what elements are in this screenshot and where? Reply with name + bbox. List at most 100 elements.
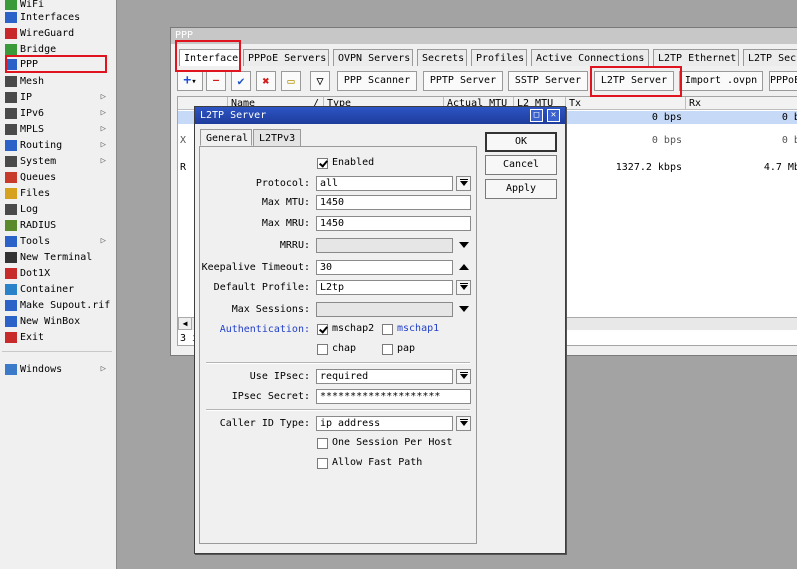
comment-button[interactable]: ▭ — [281, 71, 301, 91]
enabled-checkbox[interactable] — [317, 158, 328, 169]
sidebar-item-mesh[interactable]: Mesh — [0, 74, 114, 89]
wifi-icon — [5, 0, 17, 10]
caller-id-type-dropdown-icon[interactable] — [456, 416, 471, 431]
cancel-button[interactable]: Cancel — [485, 155, 557, 175]
sidebar-item-label: Make Supout.rif — [20, 300, 111, 311]
keepalive-timeout-input[interactable]: 30 — [316, 260, 453, 275]
maximize-icon: □ — [533, 110, 540, 120]
sidebar-item-queues[interactable]: Queues — [0, 170, 114, 185]
sidebar-item-tools[interactable]: Tools ▷ — [0, 234, 114, 249]
tab-l2tpv3[interactable]: L2TPv3 — [253, 129, 301, 146]
allow-fast-path-checkbox[interactable] — [317, 458, 328, 469]
sidebar-item-label: Files — [20, 188, 51, 199]
max-sessions-label: Max Sessions: — [231, 304, 310, 315]
disable-button[interactable]: ✖ — [256, 71, 276, 91]
sidebar-item-log[interactable]: Log — [0, 202, 114, 217]
sidebar-item-label: Tools — [20, 236, 51, 247]
auth-mschap2-checkbox[interactable] — [317, 324, 328, 335]
sidebar-item-container[interactable]: Container — [0, 282, 114, 297]
tab-profiles[interactable]: Profiles — [471, 49, 527, 66]
sidebar-item-label: Mesh — [20, 76, 45, 87]
sidebar-item-mpls[interactable]: MPLS ▷ — [0, 122, 114, 137]
add-button[interactable]: +▾ — [177, 71, 203, 91]
sidebar-item-files[interactable]: Files — [0, 186, 114, 201]
sidebar-item-wireguard[interactable]: WireGuard — [0, 26, 114, 41]
protocol-select[interactable]: all — [316, 176, 453, 191]
sidebar-item-ipv6[interactable]: IPv6 ▷ — [0, 106, 114, 121]
sidebar-item-label: Container — [20, 284, 75, 295]
column-header-rx[interactable]: Rx — [686, 97, 797, 110]
sidebar-item-dot1x[interactable]: Dot1X — [0, 266, 114, 281]
column-header-tx[interactable]: Tx — [566, 97, 686, 110]
max-sessions-input[interactable] — [316, 302, 453, 317]
sidebar-item-label: Interfaces — [20, 12, 81, 23]
sidebar-item-new-winbox[interactable]: New WinBox — [0, 314, 114, 329]
default-profile-select[interactable]: L2tp — [316, 280, 453, 295]
remove-button[interactable]: — — [206, 71, 226, 91]
pppoe-scan-button[interactable]: PPPoE Scan — [769, 71, 797, 91]
ppp-scanner-button[interactable]: PPP Scanner — [337, 71, 417, 91]
sidebar-item-interfaces[interactable]: Interfaces — [0, 10, 114, 25]
sidebar-item-windows[interactable]: Windows ▷ — [0, 362, 114, 377]
auth-pap-checkbox[interactable] — [382, 344, 393, 355]
maximize-button[interactable]: □ — [530, 109, 543, 122]
sidebar-item-new-terminal[interactable]: New Terminal — [0, 250, 114, 265]
ppp-window-title[interactable]: PPP — [171, 28, 797, 44]
ipsec-secret-input[interactable]: ******************** — [316, 389, 471, 404]
submenu-arrow-icon: ▷ — [100, 156, 106, 166]
tools-icon — [5, 236, 17, 247]
highlight-interface-tab — [175, 40, 241, 72]
pptp-server-button[interactable]: PPTP Server — [423, 71, 503, 91]
tab-secrets[interactable]: Secrets — [417, 49, 467, 66]
use-ipsec-select[interactable]: required — [316, 369, 453, 384]
tab-l2tp-secrets[interactable]: L2TP Secrets — [743, 49, 797, 66]
tab-general[interactable]: General — [200, 129, 252, 146]
sidebar-item-label: System — [20, 156, 57, 167]
tab-pppoe-servers[interactable]: PPPoE Servers — [243, 49, 329, 66]
auth-mschap1-checkbox[interactable] — [382, 324, 393, 335]
log-icon — [5, 204, 17, 215]
protocol-dropdown-icon[interactable] — [456, 176, 471, 191]
max-mtu-input[interactable]: 1450 — [316, 195, 471, 210]
row-rx: 0 bps — [781, 112, 797, 123]
chevron-down-icon: ▾ — [191, 77, 197, 87]
interfaces-icon — [5, 12, 17, 23]
tab-active-connections[interactable]: Active Connections — [531, 49, 649, 66]
sidebar-item-routing[interactable]: Routing ▷ — [0, 138, 114, 153]
mrru-expand-icon[interactable] — [459, 242, 469, 248]
default-profile-dropdown-icon[interactable] — [456, 280, 471, 295]
caller-id-type-select[interactable]: ip address — [316, 416, 453, 431]
mrru-input[interactable] — [316, 238, 453, 253]
use-ipsec-dropdown-icon[interactable] — [456, 369, 471, 384]
apply-button[interactable]: Apply — [485, 179, 557, 199]
max-mru-input[interactable]: 1450 — [316, 216, 471, 231]
allow-fast-path-label: Allow Fast Path — [332, 457, 423, 468]
dialog-title-bar[interactable]: L2TP Server — [195, 107, 565, 124]
sidebar-item-make-supout-rif[interactable]: Make Supout.rif — [0, 298, 114, 313]
row-flag: X — [180, 135, 187, 146]
windows-icon — [5, 364, 17, 375]
keepalive-collapse-icon[interactable] — [459, 264, 469, 270]
sidebar-item-label: Routing — [20, 140, 63, 151]
sidebar-item-label: New WinBox — [20, 316, 81, 327]
sidebar-item-radius[interactable]: RADIUS — [0, 218, 114, 233]
routing-icon — [5, 140, 17, 151]
auth-chap-checkbox[interactable] — [317, 344, 328, 355]
enable-button[interactable]: ✔ — [231, 71, 251, 91]
ok-button[interactable]: OK — [485, 132, 557, 152]
import-ovpn-button[interactable]: Import .ovpn — [679, 71, 763, 91]
tab-l2tp-ethernet[interactable]: L2TP Ethernet — [653, 49, 739, 66]
max-sessions-expand-icon[interactable] — [459, 306, 469, 312]
auth-pap-label: pap — [397, 343, 416, 354]
comment-icon: ▭ — [287, 74, 295, 88]
one-session-per-host-checkbox[interactable] — [317, 438, 328, 449]
sstp-server-button[interactable]: SSTP Server — [508, 71, 588, 91]
sidebar-item-exit[interactable]: Exit — [0, 330, 114, 345]
sidebar-item-ip[interactable]: IP ▷ — [0, 90, 114, 105]
sidebar-item-system[interactable]: System ▷ — [0, 154, 114, 169]
tab-ovpn-servers[interactable]: OVPN Servers — [333, 49, 413, 66]
check-icon: ✔ — [237, 74, 245, 88]
filter-button[interactable]: ▽ — [310, 71, 330, 91]
scroll-left-button[interactable]: ◀ — [178, 317, 192, 330]
close-button[interactable]: ✕ — [547, 109, 560, 122]
